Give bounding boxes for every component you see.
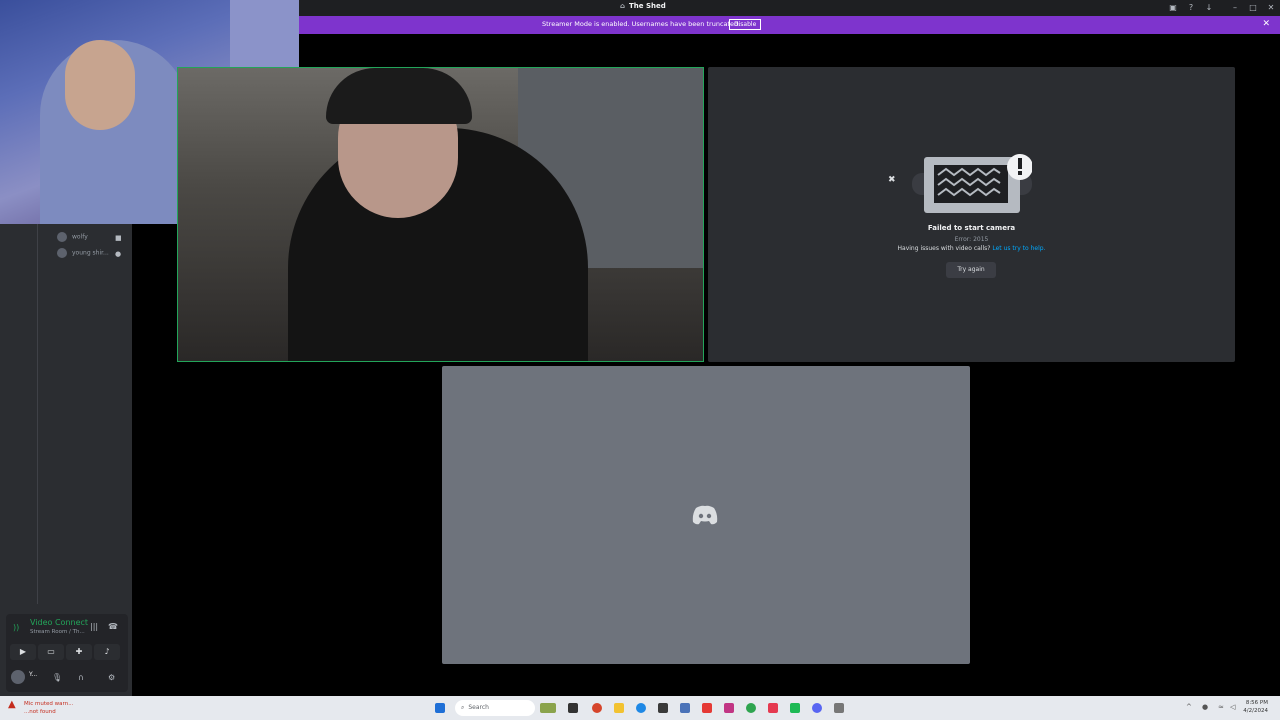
help-prefix: Having issues with video calls? (897, 245, 991, 252)
status-icon: ● (115, 250, 122, 258)
inbox-icon[interactable]: ▣ (1168, 3, 1178, 13)
camera-error-tile: ✖ Failed to start camera Error: 2015 Hav… (708, 67, 1235, 362)
voice-status[interactable]: Video Connect (30, 618, 88, 627)
try-again-button[interactable]: Try again (946, 262, 996, 278)
participant-video-tile[interactable] (177, 67, 704, 362)
close-icon: ✖ (888, 175, 896, 185)
banner-message: Streamer Mode is enabled. Usernames have… (542, 20, 741, 28)
noise-suppression-icon[interactable]: ||| (90, 622, 98, 631)
activities-button[interactable]: ✚ (66, 644, 92, 660)
system-clock[interactable]: 8:56 PM 4/2/2024 (1243, 699, 1268, 715)
voice-user-wolfy[interactable]: wolfy ■ (57, 232, 122, 246)
file-explorer-icon[interactable] (614, 703, 624, 713)
soundboard-button[interactable]: ♪ (94, 644, 120, 660)
voice-connection-panel: )) Video Connect Stream Room / Th... |||… (6, 614, 128, 692)
camera-button[interactable]: ▶ (10, 644, 36, 660)
window-title-text: The Shed (629, 2, 666, 10)
wifi-icon[interactable]: ≈ (1218, 703, 1226, 711)
widgets-icon[interactable] (540, 703, 556, 713)
streamer-face (65, 40, 135, 130)
edge-icon[interactable] (636, 703, 646, 713)
app-icon[interactable] (680, 703, 690, 713)
close-window-icon[interactable]: ✕ (1266, 3, 1276, 13)
warning-line-2: ...not found (24, 709, 56, 715)
voice-user-name: young shir... (72, 249, 109, 257)
settings-taskbar-icon[interactable] (834, 703, 844, 713)
music-icon[interactable] (768, 703, 778, 713)
broken-camera-illustration (912, 154, 1032, 213)
voice-channel-path[interactable]: Stream Room / Th... (30, 629, 85, 635)
camera-icon: ▶ (19, 647, 27, 656)
help-icon[interactable]: ? (1186, 3, 1196, 13)
os-taskbar: ▲ Mic muted warn... ...not found ⌕ Search … (0, 696, 1280, 720)
voice-user-name: wolfy (72, 233, 88, 241)
connection-signal-icon[interactable]: )) (13, 623, 19, 632)
disconnect-icon[interactable]: ☎ (108, 622, 118, 631)
taskbar-search[interactable]: ⌕ Search (455, 700, 535, 716)
task-view-icon[interactable] (568, 703, 578, 713)
discord-taskbar-icon[interactable] (812, 703, 822, 713)
warning-line-1: Mic muted warn... (24, 701, 74, 707)
download-icon[interactable]: ↓ (1204, 3, 1214, 13)
start-icon[interactable] (435, 703, 445, 713)
search-placeholder: Search (468, 704, 489, 711)
avatar (57, 232, 67, 242)
sidebar-divider (37, 224, 38, 604)
tray-chevron-icon[interactable]: ^ (1186, 703, 1194, 711)
clock-date: 4/2/2024 (1243, 708, 1268, 714)
soundboard-icon: ♪ (104, 647, 110, 656)
discord-logo-icon (692, 505, 718, 525)
screen-share-button[interactable]: ▭ (38, 644, 64, 660)
window-title: ⌂ The Shed (620, 2, 666, 10)
error-title: Failed to start camera (927, 224, 1016, 232)
warning-icon: ▲ (8, 699, 16, 710)
microphone-icon[interactable]: 🎙 (52, 673, 62, 682)
chrome-icon[interactable] (592, 703, 602, 713)
disable-streamer-mode-button[interactable]: Disable (729, 19, 762, 30)
minimize-icon[interactable]: – (1230, 3, 1240, 13)
participant-placeholder-tile[interactable] (442, 366, 970, 664)
banner-close-icon[interactable]: ✕ (1262, 19, 1270, 29)
store-icon[interactable] (658, 703, 668, 713)
username[interactable]: Y... (29, 671, 37, 678)
search-icon: ⌕ (461, 704, 465, 711)
voice-user-young[interactable]: young shir... ● (57, 248, 121, 262)
youtube-icon[interactable] (702, 703, 712, 713)
tray-mic-icon[interactable]: ● (1202, 703, 1210, 711)
error-help-text: Having issues with video calls? Let us t… (708, 245, 1235, 252)
avatar (57, 248, 67, 258)
clock-time: 8:56 PM (1245, 700, 1268, 706)
voice-channel-icon: ⌂ (620, 2, 626, 10)
instagram-icon[interactable] (724, 703, 734, 713)
maximize-icon[interactable]: □ (1248, 3, 1258, 13)
participant-cap (326, 68, 472, 124)
error-code: Error: 2015 (954, 236, 989, 243)
settings-icon[interactable]: ⚙ (108, 673, 115, 682)
help-link[interactable]: Let us try to help. (992, 245, 1045, 252)
streamer-mode-banner: Streamer Mode is enabled. Usernames have… (299, 16, 1280, 34)
screen-share-icon: ▭ (47, 647, 55, 656)
spotify-icon[interactable] (790, 703, 800, 713)
activities-icon: ✚ (75, 647, 83, 656)
headphones-icon[interactable]: ∩ (78, 673, 84, 682)
video-icon: ■ (115, 234, 122, 242)
volume-icon[interactable]: ◁ (1230, 703, 1238, 711)
user-avatar[interactable] (11, 670, 25, 684)
chrome-alt-icon[interactable] (746, 703, 756, 713)
